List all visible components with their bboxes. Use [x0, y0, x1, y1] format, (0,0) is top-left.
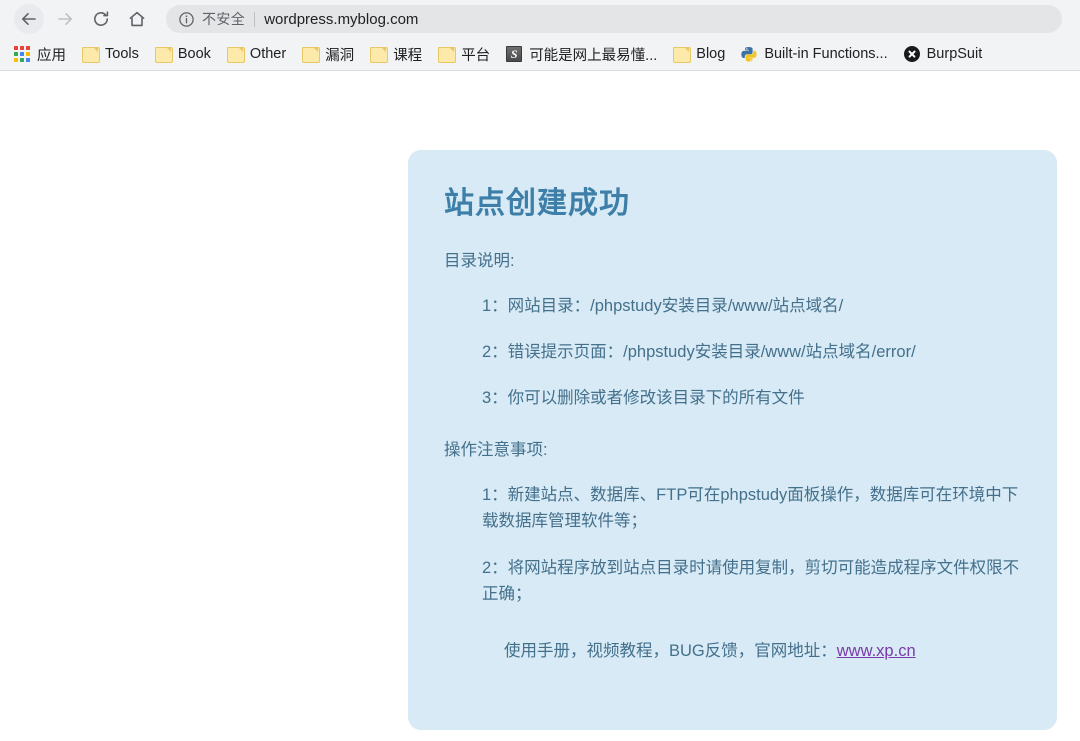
- bookmark-blog[interactable]: Blog: [665, 41, 733, 67]
- bookmark-label: Blog: [696, 46, 726, 62]
- bookmark-label: Tools: [105, 46, 139, 62]
- bookmark-label: 可能是网上最易懂...: [529, 47, 658, 64]
- url-text[interactable]: wordpress.myblog.com: [264, 11, 418, 28]
- bookmark-label: 漏洞: [325, 47, 355, 64]
- forward-button[interactable]: [50, 4, 80, 34]
- reload-button[interactable]: [86, 4, 116, 34]
- reload-icon: [91, 9, 111, 29]
- info-circle-icon[interactable]: [178, 11, 195, 28]
- list-item: 1：新建站点、数据库、FTP可在phpstudy面板操作，数据库可在环境中下载数…: [482, 486, 1019, 531]
- security-label: 不安全: [202, 11, 246, 27]
- folder-icon: [82, 47, 100, 63]
- bookmark-label: Other: [249, 46, 287, 62]
- folder-icon: [438, 47, 457, 63]
- folder-icon: [302, 47, 321, 63]
- bookmark-book[interactable]: Book: [147, 41, 219, 67]
- bookmark-kecheng[interactable]: 课程: [362, 41, 430, 67]
- apps-grid-icon: [14, 46, 30, 62]
- bookmark-loudong[interactable]: 漏洞: [294, 41, 362, 67]
- bookmark-label: Built-in Functions...: [764, 46, 888, 62]
- s-favicon-icon: S: [506, 46, 523, 62]
- bookmark-python-docs[interactable]: Built-in Functions...: [733, 41, 895, 67]
- bookmark-tools[interactable]: Tools: [74, 41, 147, 67]
- notes-section-heading: 操作注意事项:: [444, 441, 548, 460]
- bookmark-burpsuite[interactable]: BurpSuit: [896, 41, 991, 67]
- bookmark-apps[interactable]: 应用: [6, 41, 74, 67]
- bookmark-label: 平台: [461, 47, 491, 64]
- directory-section-heading: 目录说明:: [444, 252, 515, 270]
- bookmark-label: 课程: [393, 47, 423, 64]
- home-icon: [127, 9, 147, 29]
- address-bar[interactable]: 不安全 wordpress.myblog.com: [166, 5, 1062, 33]
- folder-icon: [154, 47, 173, 63]
- folder-icon: [370, 47, 389, 63]
- bookmark-label: BurpSuit: [926, 46, 983, 62]
- arrow-right-icon: [55, 9, 75, 29]
- site-created-card: 站点创建成功 目录说明: 1：网站目录：/phpstudy安装目录/www/站点…: [408, 150, 1057, 730]
- list-item: 1：网站目录：/phpstudy安装目录/www/站点域名/: [482, 297, 844, 316]
- back-button[interactable]: [14, 4, 44, 34]
- folder-icon: [226, 47, 245, 63]
- bookmark-label: 应用: [37, 47, 66, 64]
- folder-icon: [673, 47, 692, 63]
- list-item: 2：错误提示页面：/phpstudy安装目录/www/站点域名/error/: [482, 343, 916, 362]
- python-icon: [741, 46, 757, 62]
- bookmark-other[interactable]: Other: [219, 41, 294, 67]
- bookmark-pingtai[interactable]: 平台: [430, 41, 498, 67]
- bookmarks-bar: 应用 Tools Book Other 漏洞 课程 平台 S 可能是网上最易懂.…: [0, 38, 1080, 70]
- bookmark-segmentfault[interactable]: S 可能是网上最易懂...: [498, 41, 665, 67]
- footer-line: 使用手册，视频教程，BUG反馈，官网地址：www.xp.cn: [504, 639, 1027, 664]
- omnibox-divider: [254, 11, 256, 27]
- bookmark-label: Book: [177, 46, 211, 62]
- notes-item-list: 1：新建站点、数据库、FTP可在phpstudy面板操作，数据库可在环境中下载数…: [430, 482, 1027, 606]
- home-button[interactable]: [122, 4, 152, 34]
- burpsuite-icon: [903, 46, 920, 62]
- arrow-left-icon: [19, 9, 39, 29]
- directory-item-list: 1：网站目录：/phpstudy安装目录/www/站点域名/ 2：错误提示页面：…: [430, 293, 1027, 411]
- list-item: 2：将网站程序放到站点目录时请使用复制，剪切可能造成程序文件权限不正确；: [482, 558, 1020, 603]
- official-site-link[interactable]: www.xp.cn: [837, 642, 916, 660]
- browser-toolbar: 不安全 wordpress.myblog.com: [0, 0, 1080, 38]
- page-viewport: 站点创建成功 目录说明: 1：网站目录：/phpstudy安装目录/www/站点…: [0, 71, 1080, 741]
- list-item: 3：你可以删除或者修改该目录下的所有文件: [482, 389, 805, 408]
- browser-chrome: 不安全 wordpress.myblog.com 应用 Tools Book O…: [0, 0, 1080, 71]
- page-title: 站点创建成功: [444, 187, 630, 220]
- footer-text: 使用手册，视频教程，BUG反馈，官网地址：: [504, 641, 837, 660]
